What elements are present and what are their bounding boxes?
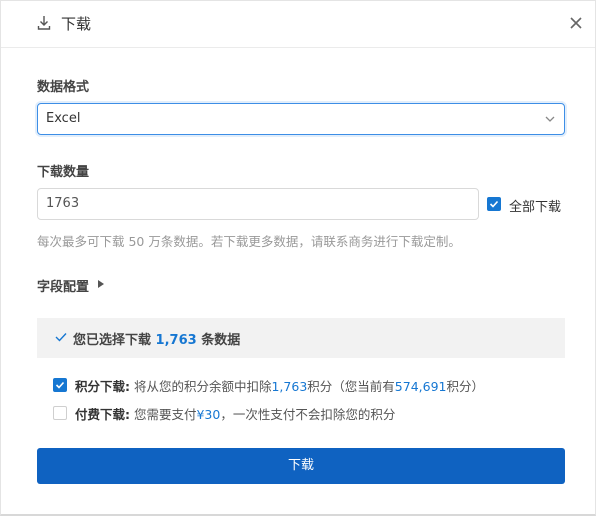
- count-label: 下载数量: [37, 165, 90, 180]
- points-balance: 574,691: [394, 379, 447, 394]
- points-download-option[interactable]: 积分下载: 将从您的积分余额中扣除1,763积分（您当前有574,691积分）: [75, 376, 484, 395]
- points-text-a: 将从您的积分余额中扣除: [130, 379, 272, 394]
- format-select-value: Excel: [46, 111, 81, 126]
- check-icon: [489, 200, 499, 208]
- paid-title: 付费下载:: [75, 407, 130, 422]
- paid-download-checkbox[interactable]: [53, 406, 67, 420]
- dialog-header: 下载: [1, 1, 595, 48]
- format-select[interactable]: Excel: [37, 103, 565, 135]
- count-hint: 每次最多可下载 50 万条数据。若下载更多数据，请联系商务进行下载定制。: [37, 234, 461, 249]
- dialog-title: 下载: [61, 15, 92, 33]
- caret-right-icon[interactable]: [97, 279, 105, 289]
- download-icon: [37, 16, 51, 30]
- points-deduct: 1,763: [271, 379, 308, 394]
- paid-price: ¥30: [196, 407, 221, 422]
- download-button[interactable]: 下载: [37, 448, 565, 484]
- check-icon: [55, 333, 67, 342]
- download-all-label[interactable]: 全部下载: [509, 196, 561, 215]
- count-input-value: 1763: [46, 196, 80, 211]
- paid-text-b: ，一次性支付不会扣除您的积分: [220, 407, 396, 422]
- summary-text: 您已选择下载 1,763 条数据: [73, 329, 240, 348]
- check-icon: [55, 381, 65, 389]
- points-title: 积分下载:: [75, 379, 130, 394]
- points-text-c: 积分）: [446, 379, 485, 394]
- summary-suffix: 条数据: [201, 333, 241, 348]
- summary-prefix: 您已选择下载: [73, 333, 152, 348]
- paid-download-option[interactable]: 付费下载: 您需要支付¥30，一次性支付不会扣除您的积分: [75, 404, 395, 423]
- count-input[interactable]: 1763: [37, 188, 479, 220]
- download-dialog: 下载 数据格式 Excel 下载数量 1763 全部下载 每次最多可下载 50 …: [0, 0, 596, 516]
- paid-text-a: 您需要支付: [130, 407, 197, 422]
- format-label: 数据格式: [37, 80, 90, 95]
- points-text-b: 积分（您当前有: [307, 379, 395, 394]
- field-config-toggle[interactable]: 字段配置: [37, 276, 89, 295]
- points-download-checkbox[interactable]: [53, 378, 67, 392]
- selection-summary: 您已选择下载 1,763 条数据: [37, 318, 565, 358]
- summary-count: 1,763: [155, 333, 197, 348]
- close-icon[interactable]: [568, 15, 584, 31]
- chevron-down-icon: [545, 116, 555, 122]
- download-all-checkbox[interactable]: [487, 197, 501, 211]
